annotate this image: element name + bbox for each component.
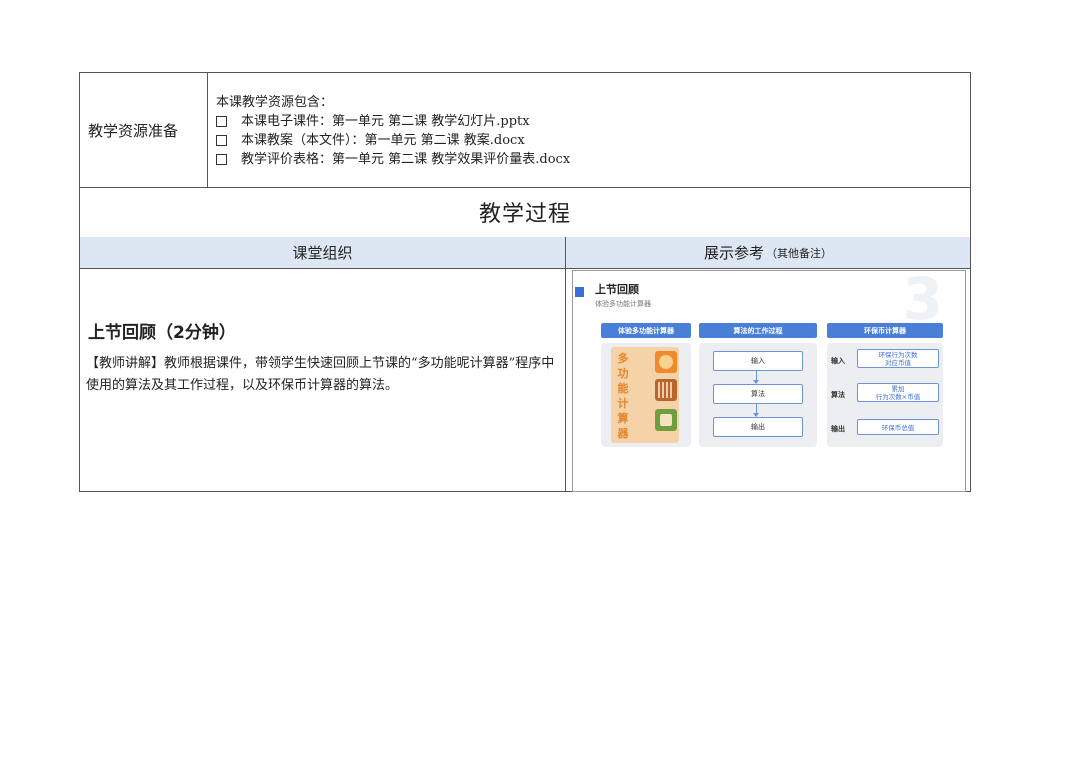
resource-item: 教学评价表格：第一单元 第二课 教学效果评价量表.docx (216, 150, 570, 169)
header-classroom-label: 课堂组织 (292, 244, 353, 262)
checkbox-icon (216, 116, 227, 127)
resource-item: 本课电子课件：第一单元 第二课 教学幻灯片.pptx (216, 112, 570, 131)
calc-char: 能 (617, 382, 629, 395)
col-panel: 输入 算法 输出 (699, 343, 817, 447)
column-headers: 课堂组织 展示参考 （其他备注） (80, 237, 970, 269)
resources-label: 教学资源准备 (80, 73, 208, 187)
review-title: 上节回顾（2分钟） (88, 323, 236, 343)
calculator-chars: 多 功 能 计 算 器 (616, 351, 630, 441)
resource-item: 本课教案（本文件）：第一单元 第二课 教案.docx (216, 131, 570, 150)
resources-content: 本课教学资源包含： 本课电子课件：第一单元 第二课 教学幻灯片.pptx 本课教… (216, 93, 570, 169)
io-label: 输出 (831, 425, 845, 433)
flow-box: 输出 (713, 417, 803, 437)
header-classroom: 课堂组织 (80, 237, 566, 268)
resources-row: 教学资源准备 本课教学资源包含： 本课电子课件：第一单元 第二课 教学幻灯片.p… (80, 73, 970, 188)
review-cell: 上节回顾（2分钟） 【教师讲解】教师根据课件，带领学生快速回顾上节课的“多功能呢… (80, 268, 566, 492)
arrow-down-icon (753, 370, 759, 384)
io-box: 环保行为次数 对应币值 (857, 349, 939, 368)
calculator-card: 多 功 能 计 算 器 (611, 347, 679, 443)
flow-box: 输入 (713, 351, 803, 371)
lesson-plan-table: 教学资源准备 本课教学资源包含： 本课电子课件：第一单元 第二课 教学幻灯片.p… (79, 72, 971, 492)
io-label: 输入 (831, 357, 845, 365)
col-panel: 输入 环保行为次数 对应币值 算法 累加 行为次数×币值 输出 环保币总值 (827, 343, 943, 447)
io-box: 累加 行为次数×币值 (857, 383, 939, 402)
review-text: 【教师讲解】教师根据课件，带领学生快速回顾上节课的“多功能呢计算器”程序中使用的… (86, 356, 555, 393)
calc-char: 功 (617, 367, 629, 380)
col-panel: 多 功 能 计 算 器 (601, 343, 691, 447)
slide-title: 上节回顾 (595, 283, 639, 296)
calc-char: 器 (617, 427, 629, 440)
slide-col-eco-coin: 环保币计算器 输入 环保行为次数 对应币值 算法 累加 行为次数×币值 输出 环保币… (827, 323, 943, 447)
slide-accent-bar (575, 287, 584, 297)
review-row: 上节回顾（2分钟） 【教师讲解】教师根据课件，带领学生快速回顾上节课的“多功能呢… (80, 268, 970, 492)
io-label: 算法 (831, 391, 845, 399)
slide-col-algorithm: 算法的工作过程 输入 算法 输出 (699, 323, 817, 447)
slide-col-calculator: 体验多功能计算器 多 功 能 计 算 器 (601, 323, 691, 447)
process-title: 教学过程 (80, 187, 970, 238)
header-display-label: 展示参考 (703, 244, 764, 262)
resource-item-label: 本课电子课件：第一单元 第二课 教学幻灯片.pptx (241, 114, 530, 129)
header-display-sub: （其他备注） (766, 246, 832, 260)
calculator-grid-icon (655, 379, 677, 401)
calc-char: 算 (617, 412, 629, 425)
checkbox-icon (216, 135, 227, 146)
col-head: 体验多功能计算器 (601, 323, 691, 338)
resource-item-label: 教学评价表格：第一单元 第二课 教学效果评价量表.docx (241, 152, 571, 167)
calculator-round-icon (655, 351, 677, 373)
calc-char: 多 (617, 352, 629, 365)
io-box: 环保币总值 (857, 419, 939, 435)
col-head: 算法的工作过程 (699, 323, 817, 338)
resource-item-label: 本课教案（本文件）：第一单元 第二课 教案.docx (241, 133, 525, 148)
arrow-down-icon (753, 403, 759, 417)
checkbox-icon (216, 154, 227, 165)
col-head: 环保币计算器 (827, 323, 943, 338)
calc-char: 计 (617, 397, 629, 410)
resources-intro: 本课教学资源包含： (216, 95, 334, 110)
slide-subtitle: 体验多功能计算器 (595, 300, 651, 308)
slide-thumbnail: 3 上节回顾 体验多功能计算器 体验多功能计算器 多 功 能 计 算 器 算法的… (572, 270, 966, 492)
calculator-person-icon (655, 409, 677, 431)
flow-box: 算法 (713, 384, 803, 404)
header-display: 展示参考 （其他备注） (566, 237, 970, 268)
